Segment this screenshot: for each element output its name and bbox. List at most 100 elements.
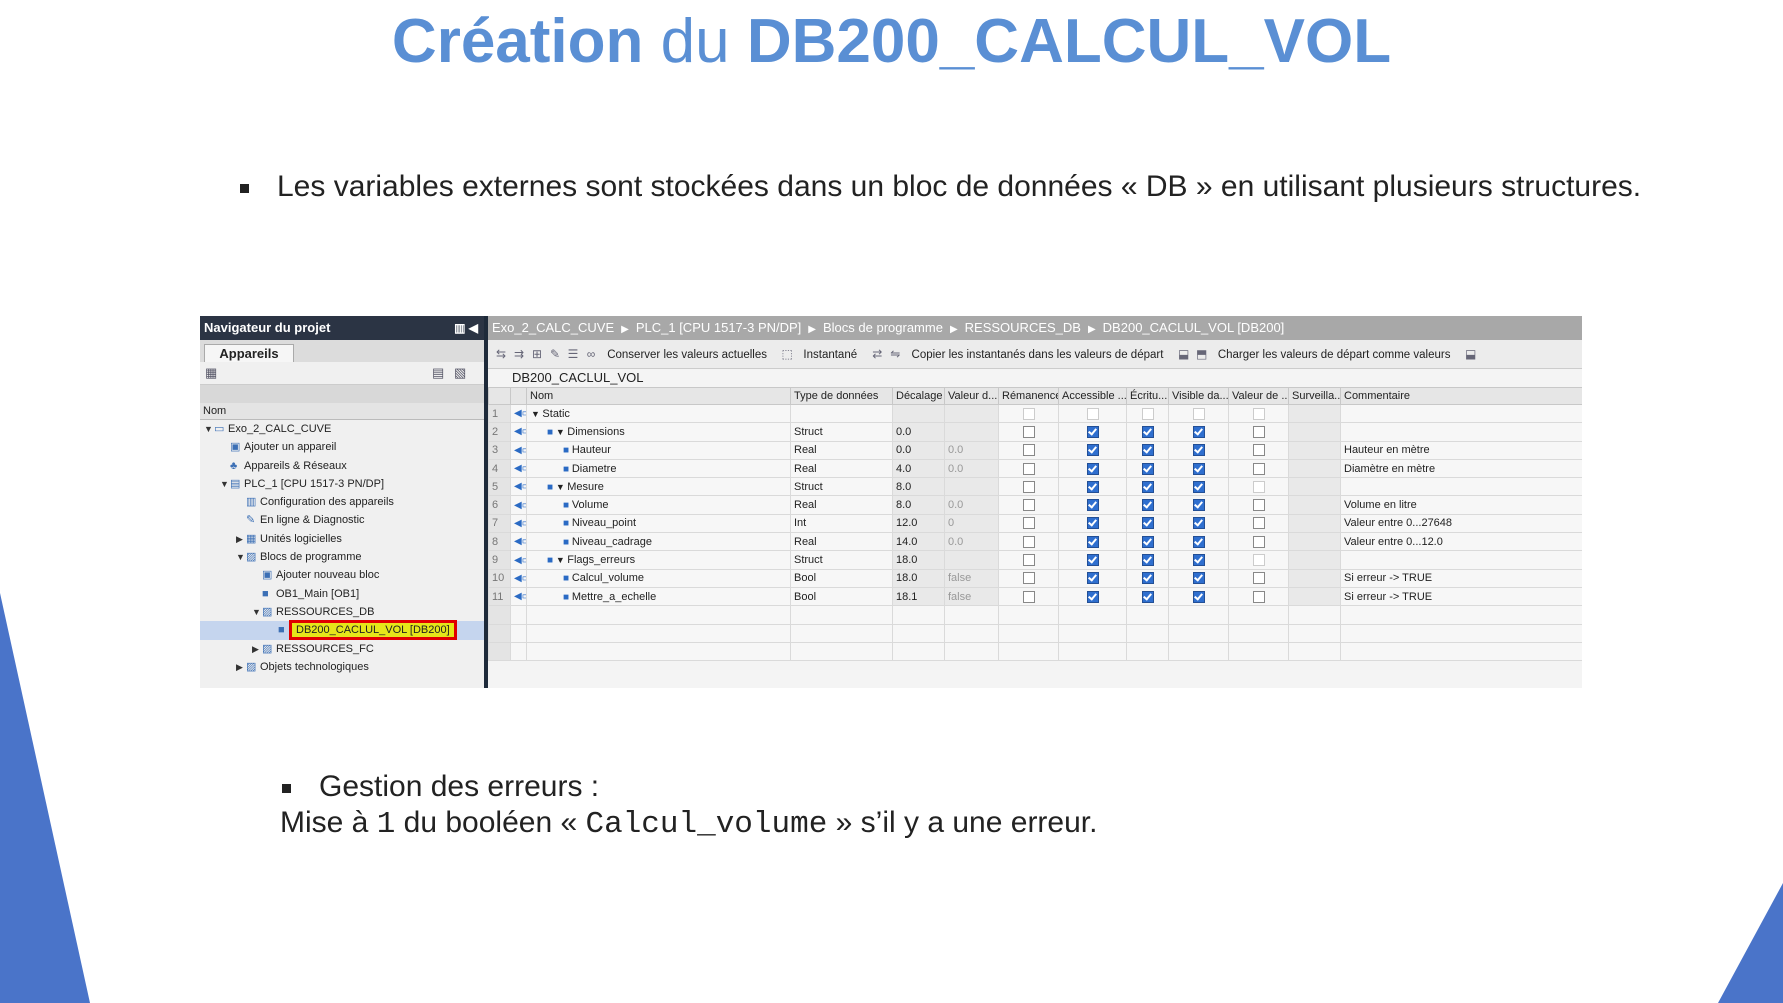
writable-checkbox[interactable] (1141, 425, 1154, 438)
writable-checkbox[interactable] (1141, 517, 1154, 530)
tree-item[interactable]: ▶ ▨ Objets technologiques (200, 658, 484, 676)
breadcrumb-item[interactable]: Blocs de programme (823, 320, 943, 335)
row-comment[interactable]: Si erreur -> TRUE (1340, 586, 1582, 607)
tree-item[interactable]: ■ DB200_CACLUL_VOL [DB200] (200, 620, 484, 641)
tree-expand-icon[interactable]: ▶ (252, 640, 262, 658)
setpoint-checkbox[interactable] (1252, 480, 1265, 493)
expand-icon[interactable]: ▼ (556, 555, 567, 565)
column-header[interactable] (488, 387, 511, 405)
tree-expand-icon[interactable]: ▼ (236, 548, 246, 566)
visible-checkbox[interactable] (1192, 462, 1205, 475)
retain-checkbox[interactable] (1022, 425, 1035, 438)
writable-checkbox[interactable] (1141, 590, 1154, 603)
accessible-checkbox[interactable] (1086, 517, 1099, 530)
tree-item[interactable]: ▥ Configuration des appareils (200, 493, 484, 511)
setpoint-checkbox[interactable] (1252, 517, 1265, 530)
table-row[interactable]: 8◀▭■ Niveau_cadrageReal14.00.0Valeur ent… (488, 532, 1582, 552)
row-start-value[interactable]: 0.0 (944, 495, 999, 515)
row-supervision[interactable] (1288, 403, 1341, 424)
add-row-icon[interactable]: ⇉ (510, 340, 528, 368)
row-type[interactable]: Struct (790, 422, 893, 442)
table-row[interactable]: 7◀▭■ Niveau_pointInt12.00Valeur entre 0.… (488, 513, 1582, 534)
retain-checkbox[interactable] (1022, 517, 1035, 530)
writable-checkbox[interactable] (1141, 499, 1154, 512)
copy-snapshots-button[interactable]: Copier les instantanés dans les valeurs … (912, 349, 1164, 361)
tree-item[interactable]: ▼▨ RESSOURCES_DB (200, 603, 484, 621)
tree-item[interactable]: ▼▤ PLC_1 [CPU 1517-3 PN/DP] (200, 475, 484, 493)
empty-row[interactable] (488, 641, 1582, 662)
accessible-checkbox[interactable] (1086, 535, 1099, 548)
sync-icon[interactable]: ▧ (454, 365, 466, 381)
row-type[interactable]: Bool (790, 586, 893, 607)
row-comment[interactable]: Hauteur en mètre (1340, 440, 1582, 460)
breadcrumb-item[interactable]: DB200_CACLUL_VOL [DB200] (1103, 320, 1285, 335)
row-supervision[interactable] (1288, 458, 1341, 479)
column-header[interactable]: Rémanence (998, 387, 1059, 405)
tree-expand-icon[interactable]: ▶ (236, 530, 246, 548)
visible-checkbox[interactable] (1192, 572, 1205, 585)
row-comment[interactable] (1340, 477, 1582, 497)
column-header[interactable]: Accessible ... (1058, 387, 1127, 405)
visible-checkbox[interactable] (1192, 407, 1205, 420)
row-start-value[interactable] (944, 477, 999, 497)
row-supervision[interactable] (1288, 477, 1341, 497)
retain-checkbox[interactable] (1022, 590, 1035, 603)
empty-row[interactable] (488, 605, 1582, 625)
tree-expand-icon[interactable]: ▼ (220, 475, 230, 493)
column-header[interactable]: Commentaire (1340, 387, 1582, 405)
tab-appareils[interactable]: Appareils (204, 344, 294, 363)
row-start-value[interactable]: false (944, 586, 999, 607)
retain-checkbox[interactable] (1022, 535, 1035, 548)
row-comment[interactable]: Valeur entre 0...12.0 (1340, 532, 1582, 552)
writable-checkbox[interactable] (1141, 554, 1154, 567)
retain-checkbox[interactable] (1022, 572, 1035, 585)
visible-checkbox[interactable] (1192, 517, 1205, 530)
list-icon[interactable]: ☰ (564, 340, 582, 368)
tree-expand-icon[interactable]: ▶ (236, 658, 246, 676)
expand-icon[interactable]: ▼ (556, 482, 567, 492)
writable-checkbox[interactable] (1141, 572, 1154, 585)
row-supervision[interactable] (1288, 586, 1341, 607)
row-supervision[interactable] (1288, 550, 1341, 570)
table-row[interactable]: 2◀▭■ ▼ DimensionsStruct0.0 (488, 422, 1582, 442)
row-comment[interactable] (1340, 403, 1582, 424)
glasses-icon[interactable]: ∞ (582, 340, 600, 368)
row-supervision[interactable] (1288, 422, 1341, 442)
load-icon-2[interactable]: ⬒ (1193, 340, 1211, 368)
row-type[interactable]: Real (790, 458, 893, 479)
row-type[interactable]: Real (790, 495, 893, 515)
breadcrumb-item[interactable]: PLC_1 [CPU 1517-3 PN/DP] (636, 320, 801, 335)
row-type[interactable]: Real (790, 440, 893, 460)
visible-checkbox[interactable] (1192, 590, 1205, 603)
row-start-value[interactable]: 0 (944, 513, 999, 534)
row-start-value[interactable] (944, 403, 999, 424)
row-type[interactable]: Struct (790, 550, 893, 570)
row-supervision[interactable] (1288, 568, 1341, 588)
snapshot-icon[interactable]: ⬚ (778, 340, 796, 368)
column-header[interactable]: Visible da... (1168, 387, 1229, 405)
copy-icon-2[interactable]: ⇋ (886, 340, 904, 368)
setpoint-checkbox[interactable] (1252, 499, 1265, 512)
tree-view-icon[interactable]: ▦ (205, 365, 217, 381)
row-type[interactable]: Real (790, 532, 893, 552)
table-row[interactable]: 5◀▭■ ▼ MesureStruct8.0 (488, 477, 1582, 497)
copy-icon[interactable]: ⇄ (868, 340, 886, 368)
tree-item[interactable]: ♣ Appareils & Réseaux (200, 457, 484, 475)
table-row[interactable]: 3◀▭■ HauteurReal0.00.0Hauteur en mètre (488, 440, 1582, 460)
table-row[interactable]: 1◀▭▼ Static (488, 403, 1582, 424)
setpoint-checkbox[interactable] (1252, 425, 1265, 438)
retain-checkbox[interactable] (1022, 444, 1035, 457)
writable-checkbox[interactable] (1141, 407, 1154, 420)
accessible-checkbox[interactable] (1086, 480, 1099, 493)
visible-checkbox[interactable] (1192, 535, 1205, 548)
tree-expand-icon[interactable]: ▼ (204, 420, 214, 438)
tree-item[interactable]: ▼▭ Exo_2_CALC_CUVE (200, 420, 484, 438)
load-icon[interactable]: ⬓ (1175, 340, 1193, 368)
row-start-value[interactable] (944, 422, 999, 442)
column-header[interactable]: Nom (526, 387, 791, 405)
row-type[interactable]: Int (790, 513, 893, 534)
retain-checkbox[interactable] (1022, 499, 1035, 512)
visible-checkbox[interactable] (1192, 499, 1205, 512)
row-comment[interactable]: Volume en litre (1340, 495, 1582, 515)
tree-item[interactable]: ▣ Ajouter un appareil (200, 438, 484, 456)
